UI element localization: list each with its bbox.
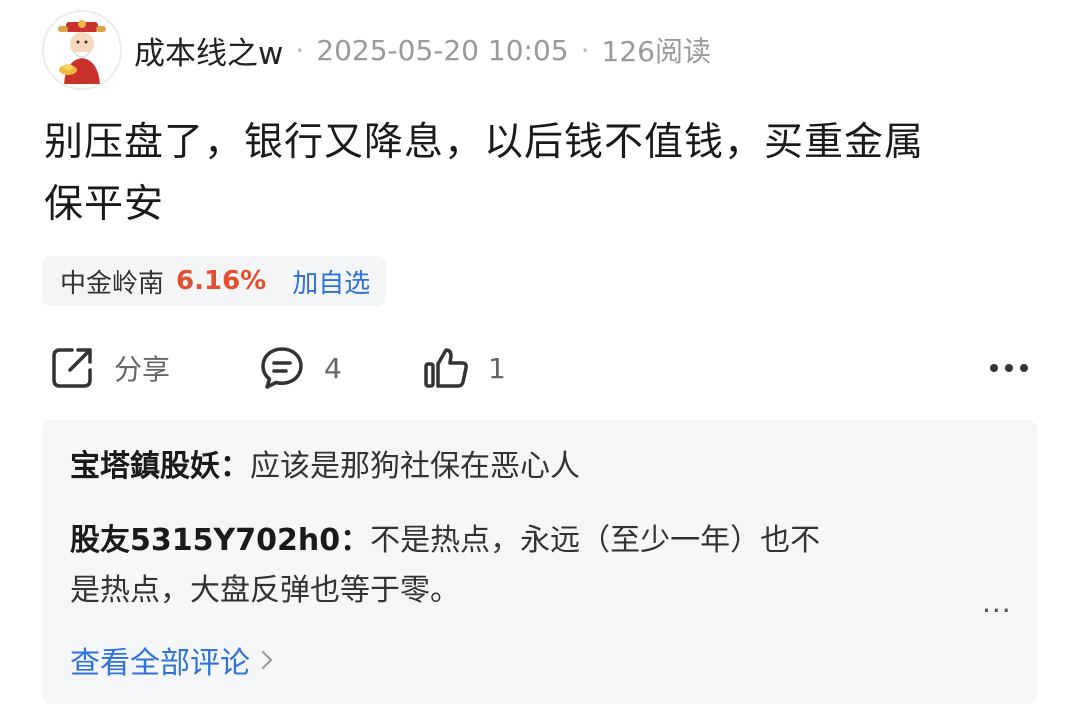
chevron-right-icon <box>261 650 273 670</box>
avatar-illustration-icon <box>58 20 106 84</box>
comments-preview: 宝塔鎮股妖：应该是那狗社保在恶心人 股友5315Y702h0：不是热点，永远（至… <box>42 420 1037 704</box>
comment-item[interactable]: 股友5315Y702h0：不是热点，永远（至少一年）也不 是热点，大盘反弹也等于… <box>70 516 970 616</box>
separator-dot: · <box>295 33 305 67</box>
post-date: 2025-05-20 10:05 <box>316 33 569 67</box>
post-content[interactable]: 别压盘了，银行又降息，以后钱不值钱，买重金属 保平安 <box>44 112 1044 236</box>
author-line: 成本线之w · 2025-05-20 10:05 · 126阅读 <box>134 28 711 72</box>
share-icon <box>52 348 92 388</box>
comment-icon <box>261 347 303 389</box>
comment-user[interactable]: 股友5315Y702h0 <box>70 523 340 558</box>
comment-colon: ： <box>340 523 371 558</box>
more-dots-icon <box>990 364 1028 372</box>
like-button[interactable]: 1 <box>422 340 506 396</box>
thumbs-up-icon <box>424 348 468 388</box>
more-options-button[interactable] <box>986 350 1032 386</box>
comment-count: 4 <box>324 351 342 385</box>
comment-item[interactable]: 宝塔鎮股妖：应该是那狗社保在恶心人 <box>70 442 970 492</box>
comment-text: 应该是那狗社保在恶心人 <box>250 449 580 484</box>
like-count: 1 <box>488 351 506 385</box>
comment-user[interactable]: 宝塔鎮股妖 <box>70 449 220 484</box>
comment-colon: ： <box>220 449 250 484</box>
separator-dot: · <box>580 33 590 67</box>
view-all-comments-label: 查看全部评论 <box>70 646 250 681</box>
share-button[interactable]: 分享 <box>48 340 170 396</box>
post-content-line: 别压盘了，银行又降息，以后钱不值钱，买重金属 <box>44 120 925 165</box>
view-all-comments-link[interactable]: 查看全部评论 <box>70 638 274 682</box>
comment-text: 不是热点，永远（至少一年）也不 <box>370 523 821 558</box>
stock-chip[interactable]: 中金岭南 6.16% 加自选 <box>42 256 387 306</box>
read-count: 126阅读 <box>601 35 711 68</box>
post-content-line: 保平安 <box>44 182 165 227</box>
stock-name: 中金岭南 <box>60 268 165 299</box>
comment-button[interactable]: 4 <box>258 340 342 396</box>
share-label: 分享 <box>114 353 171 386</box>
comment-overflow-indicator: ... <box>982 586 1012 619</box>
stock-change: 6.16% <box>176 266 267 296</box>
comment-text: 是热点，大盘反弹也等于零。 <box>70 573 460 608</box>
author-avatar[interactable] <box>42 10 122 90</box>
author-name[interactable]: 成本线之w <box>134 28 283 73</box>
post-card: 成本线之w · 2025-05-20 10:05 · 126阅读 别压盘了，银行… <box>0 0 1080 721</box>
add-watchlist-button[interactable]: 加自选 <box>292 263 370 300</box>
